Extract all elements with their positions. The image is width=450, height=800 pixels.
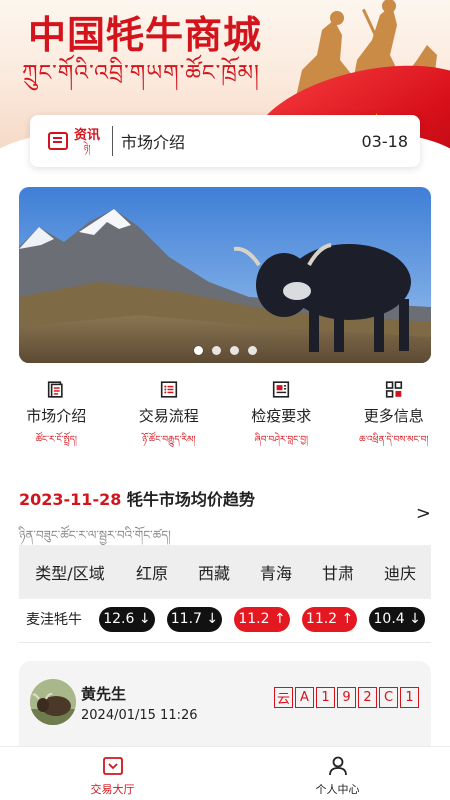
price-pill: 11.2 ↑ (234, 606, 290, 632)
trend-title: 2023-11-28 牦牛市场均价趋势 (19, 486, 431, 510)
price-value: 11.2 (305, 611, 338, 627)
table-header-cell: 红原 (135, 564, 168, 583)
yak-mountain-photo (19, 187, 431, 363)
quick-nav-tibetan: ཞིབ་བཤེར་བླང་བྱ། (254, 435, 309, 445)
quick-nav-tibetan: ཉོ་ཚོང་བརྒྱུད་རིམ། (142, 435, 196, 445)
row-divider (19, 642, 431, 643)
news-headline[interactable]: 市场介绍 (121, 129, 361, 153)
table-header-cell: 甘肃 (321, 564, 354, 583)
price-table-header: 类型/区域 红原 西藏 青海 甘肃 迪庆 (19, 545, 431, 599)
tab-label: 个人中心 (315, 783, 360, 796)
plate-char: 9 (337, 687, 356, 708)
trend-date: 2023-11-28 (19, 490, 122, 509)
price-pill: 12.6 ↓ (99, 606, 155, 632)
report-icon (273, 381, 290, 398)
carousel-dot[interactable] (211, 346, 221, 355)
plate-char: 2 (358, 687, 377, 708)
arrow-down-icon: ↓ (206, 611, 219, 627)
list-icon (160, 381, 177, 398)
table-row[interactable]: 麦洼牦牛 12.6 ↓ 11.7 ↓ 11.2 ↑ 11.2 ↑ 10.4 ↓ (19, 599, 431, 639)
plate-char: A (295, 687, 314, 708)
quick-nav-label: 交易流程 (138, 407, 199, 425)
news-tag: 资讯 ཉེ། (74, 129, 100, 154)
tab-label: 交易大厅 (90, 783, 135, 796)
news-tag-label: 资讯 (74, 127, 101, 143)
table-header-cell: 西藏 (197, 564, 230, 583)
license-plate: 云 A 1 9 2 C 1 (274, 687, 419, 708)
tab-personal-center[interactable]: 个人中心 (225, 747, 450, 800)
person-icon (328, 756, 347, 776)
quick-nav-market-intro[interactable]: 市场介绍 ཚོང་ར་ངོ་སྤྲོད། (0, 375, 113, 455)
quick-nav-tibetan: ཆ་འཕྲིན་དེ་བས་མང་བ། (359, 435, 429, 445)
carousel-dots (19, 346, 431, 355)
quick-nav-label: 检疫要求 (251, 407, 312, 425)
tab-trading-hall[interactable]: 交易大厅 (0, 747, 225, 800)
quick-nav-trade-process[interactable]: 交易流程 ཉོ་ཚོང་བརྒྱུད་རིམ། (113, 375, 226, 455)
price-pill: 11.2 ↑ (301, 606, 358, 632)
grid-icon (385, 381, 402, 398)
arrow-up-icon: ↑ (341, 611, 354, 627)
post-timestamp: 2024/01/15 11:26 (81, 708, 198, 723)
news-icon (48, 132, 68, 150)
arrow-down-icon: ↓ (409, 611, 421, 627)
carousel-dot[interactable] (193, 346, 203, 355)
plate-char: C (379, 687, 398, 708)
plate-char: 1 (316, 687, 335, 708)
news-bar[interactable]: 资讯 ཉེ། 市场介绍 03-18 (30, 115, 420, 167)
row-yak-type: 麦洼牦牛 (26, 612, 82, 628)
trend-title-text: 牦牛市场均价趋势 (126, 490, 255, 509)
market-hall-icon (102, 757, 123, 775)
plate-char: 云 (274, 687, 293, 708)
hero-carousel[interactable] (19, 187, 431, 363)
carousel-dot[interactable] (247, 346, 257, 355)
price-value: 10.4 (373, 611, 405, 627)
document-icon (48, 381, 63, 398)
bottom-tab-bar: 交易大厅 个人中心 (0, 746, 450, 800)
price-pill: 11.7 ↓ (166, 606, 223, 632)
table-header-cell: 青海 (259, 564, 292, 583)
quick-nav-label: 更多信息 (363, 407, 424, 425)
carousel-dot[interactable] (229, 346, 239, 355)
price-value: 12.6 (103, 611, 135, 627)
news-tag-tibetan: ཉེ། (83, 143, 91, 154)
quick-nav: 市场介绍 ཚོང་ར་ངོ་སྤྲོད། 交易流程 ཉོ་ཚོང་བརྒྱུད་… (0, 375, 450, 455)
arrow-down-icon: ↓ (138, 611, 151, 627)
chevron-right-icon[interactable]: > (416, 503, 431, 524)
post-username: 黄先生 (81, 685, 127, 703)
banner-subtitle-tibetan: ཀྲུང་གོའི་འབྲི་གཡག་ཚོང་ཁྲོམ། (22, 61, 260, 86)
quick-nav-tibetan: ཚོང་ར་ངོ་སྤྲོད། (35, 435, 77, 445)
price-value: 11.7 (170, 611, 202, 627)
quick-nav-more-info[interactable]: 更多信息 ཆ་འཕྲིན་དེ་བས་མང་བ། (338, 375, 450, 455)
news-date: 03-18 (361, 131, 409, 151)
avatar (30, 679, 76, 725)
quick-nav-quarantine[interactable]: 检疫要求 ཞིབ་བཤེར་བླང་བྱ། (225, 375, 338, 455)
arrow-up-icon: ↑ (273, 611, 286, 627)
table-header-cell: 迪庆 (383, 564, 416, 583)
price-pill: 10.4 ↓ (369, 606, 425, 632)
plate-char: 1 (400, 687, 419, 708)
price-value: 11.2 (238, 611, 270, 627)
table-header-cell: 类型/区域 (35, 564, 105, 583)
news-divider (112, 126, 114, 156)
quick-nav-label: 市场介绍 (26, 407, 87, 425)
